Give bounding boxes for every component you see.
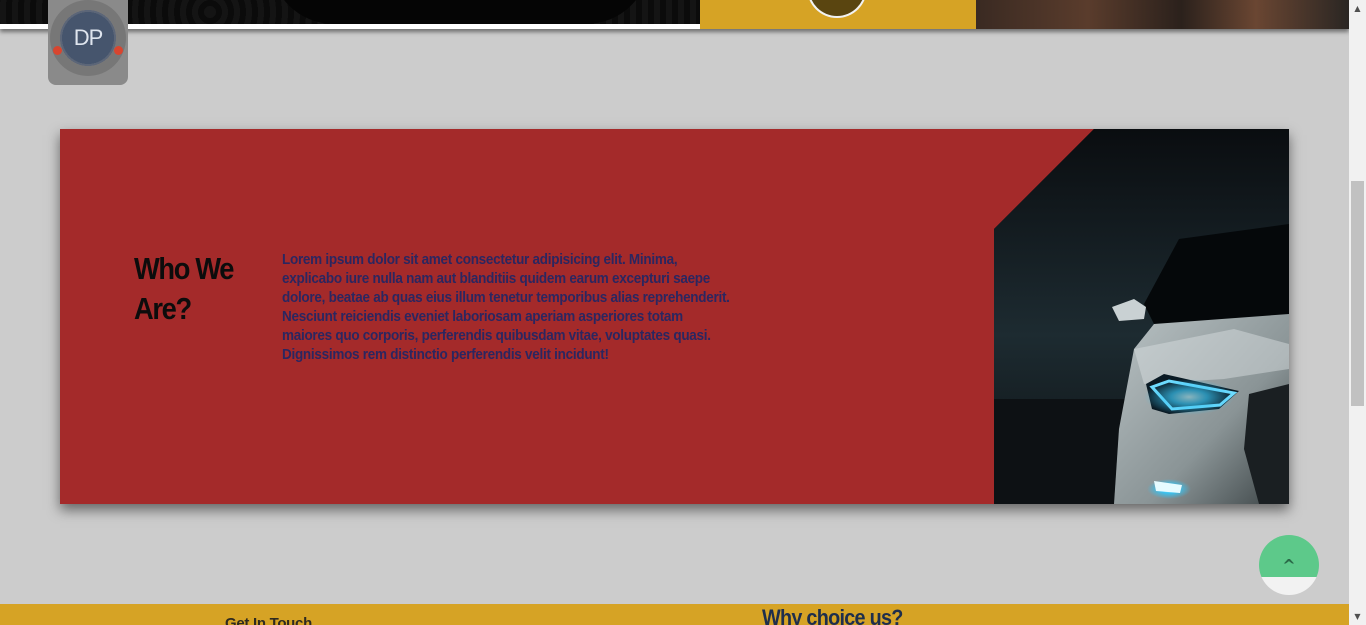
top-banner-strip bbox=[0, 0, 1349, 29]
scrollbar-thumb[interactable] bbox=[1351, 181, 1364, 406]
logo-seal-icon: DP bbox=[50, 0, 126, 76]
gold-panel-circle bbox=[807, 0, 867, 18]
scroll-to-top-button[interactable]: ^ bbox=[1259, 535, 1319, 595]
site-logo[interactable]: DP bbox=[48, 0, 128, 85]
banner-photo bbox=[976, 0, 1349, 29]
about-section: Who We Are? Lorem ipsum dolor sit amet c… bbox=[60, 129, 1289, 504]
about-title: Who We Are? bbox=[134, 251, 234, 326]
logo-initials: DP bbox=[73, 25, 104, 50]
car-image bbox=[994, 129, 1289, 504]
vertical-scrollbar[interactable]: ▲ ▼ bbox=[1349, 0, 1366, 625]
logo-red-dot-right bbox=[114, 46, 123, 55]
footer-why-title: Why choice us? bbox=[762, 605, 903, 625]
triangle-up-icon[interactable]: ▲ bbox=[1349, 0, 1366, 17]
caret-up-icon: ^ bbox=[1282, 555, 1296, 575]
about-text: Lorem ipsum dolor sit amet consectetur a… bbox=[282, 251, 730, 363]
logo-red-dot-left bbox=[53, 46, 62, 55]
footer: Get In Touch Why choice us? bbox=[0, 604, 1349, 625]
footer-contact-title: Get In Touch bbox=[225, 615, 312, 625]
dark-ring-shape bbox=[270, 0, 650, 24]
triangle-down-icon[interactable]: ▼ bbox=[1349, 608, 1366, 625]
gold-panel bbox=[700, 0, 976, 29]
